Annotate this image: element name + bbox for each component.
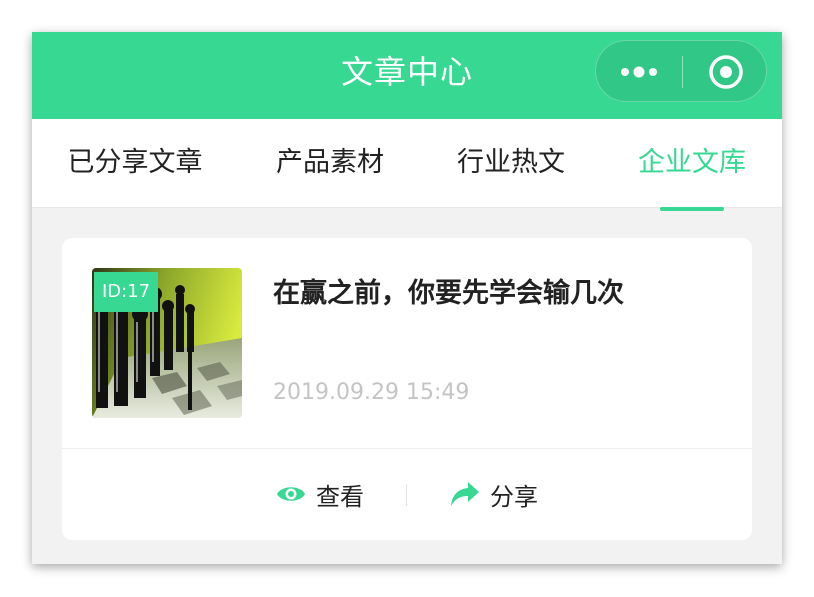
- action-separator: [406, 484, 407, 506]
- card-divider: [62, 448, 752, 449]
- tab-industry-hot[interactable]: 行业热文: [416, 119, 606, 208]
- article-title[interactable]: 在赢之前，你要先学会输几次: [273, 276, 723, 312]
- capsule-menu: [595, 40, 767, 102]
- target-circle-icon: [708, 55, 743, 89]
- view-button[interactable]: 查看: [276, 470, 364, 518]
- tab-shared-articles[interactable]: 已分享文章: [40, 119, 230, 208]
- tab-bar: 已分享文章 产品素材 行业热文 企业文库: [32, 119, 782, 208]
- navigation-bar: 文章中心: [32, 32, 782, 119]
- active-tab-indicator: [660, 207, 724, 211]
- more-dots-icon: [621, 66, 657, 78]
- share-label: 分享: [490, 482, 538, 511]
- article-thumbnail[interactable]: ID:17: [92, 268, 242, 418]
- article-card[interactable]: ID:17 在赢之前，你要先学会输几次 2019.09.29 15:49 查看 …: [62, 238, 752, 540]
- eye-icon: [277, 487, 305, 501]
- view-label: 查看: [316, 482, 364, 511]
- share-button[interactable]: 分享: [450, 470, 538, 518]
- article-id-badge: ID:17: [94, 272, 159, 312]
- close-button[interactable]: [683, 41, 768, 103]
- more-button[interactable]: [596, 41, 682, 103]
- tab-enterprise-library[interactable]: 企业文库: [597, 119, 782, 208]
- tab-product-materials[interactable]: 产品素材: [235, 119, 425, 208]
- mini-program-window: 文章中心 已分享文章 产品素材 行业热文 企业文库 ID:17 在赢之前，你要先…: [32, 32, 782, 564]
- article-timestamp: 2019.09.29 15:49: [273, 380, 470, 405]
- share-arrow-icon: [451, 482, 479, 506]
